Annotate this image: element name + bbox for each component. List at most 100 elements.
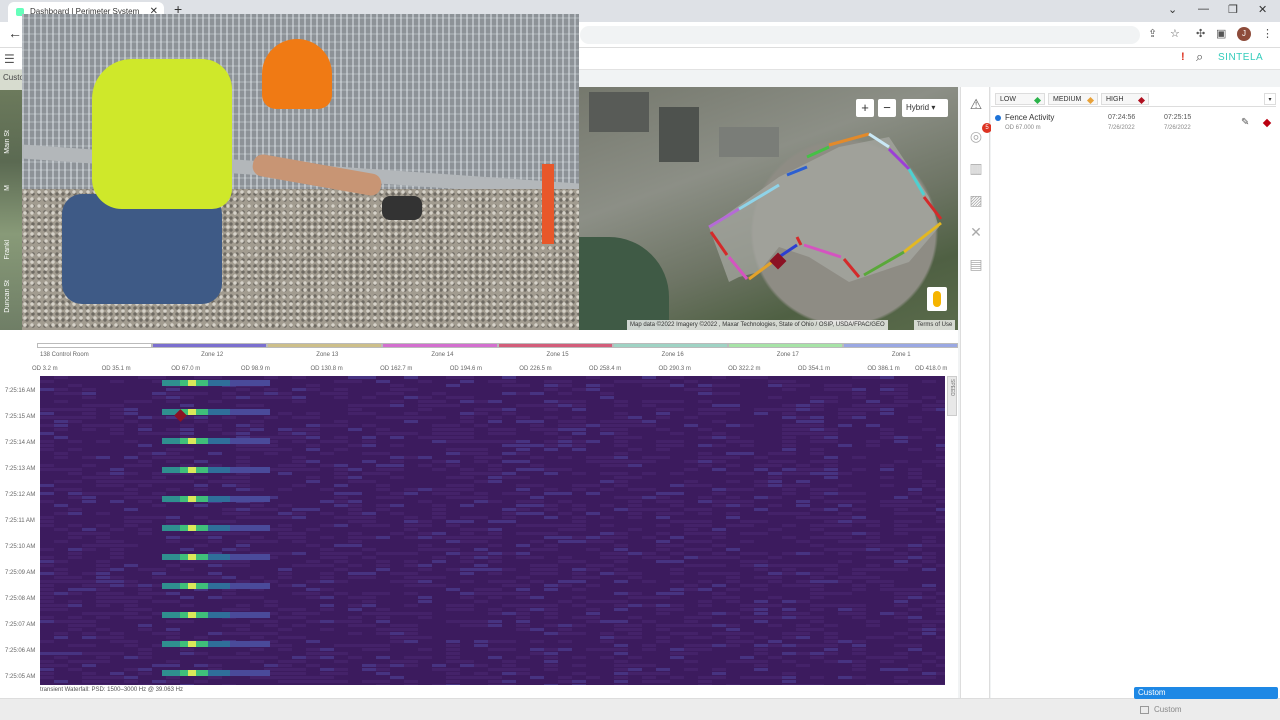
zone-segment[interactable]	[842, 343, 958, 348]
zone-segment[interactable]	[152, 343, 268, 348]
browser-menu-icon[interactable]: ⋮	[1262, 27, 1273, 40]
alarm-start-time: 07:24:56	[1108, 114, 1136, 121]
export-icon[interactable]: ▤	[967, 255, 985, 273]
severity-medium-filter[interactable]: MEDIUM	[1048, 93, 1098, 105]
back-arrow-icon[interactable]: ←	[8, 25, 22, 41]
distance-tick-label: OD 194.6 m	[449, 366, 483, 372]
vibration-stripe	[180, 438, 188, 444]
hamburger-menu-icon[interactable]: ☰	[4, 52, 15, 66]
vibration-stripe	[188, 583, 196, 589]
vibration-stripe	[208, 467, 230, 473]
speed-slider-label: SPEED	[949, 379, 955, 396]
alarm-panel: LOW MEDIUM HIGH ▾ Fence Activity OD 67.0…	[991, 87, 1280, 698]
distance-tick-label: OD 386.1 m	[867, 366, 900, 372]
distance-tick-label: OD 67.0 m	[171, 366, 201, 372]
waterfall-plot[interactable]	[40, 376, 945, 685]
zoom-out-button[interactable]: −	[878, 99, 896, 117]
zone-label: Zone 15	[546, 352, 569, 358]
vibration-stripe	[180, 496, 188, 502]
zone-segment[interactable]	[497, 343, 613, 348]
close-window-button[interactable]: ✕	[1258, 3, 1267, 16]
time-tick-label: 7:25:09 AM	[5, 570, 36, 576]
app-logo: SINTELA	[1218, 52, 1264, 63]
alarm-end-date: 7/26/2022	[1164, 125, 1191, 131]
vibration-stripe	[208, 583, 230, 589]
vibration-stripe	[180, 525, 188, 531]
speed-slider[interactable]: SPEED	[947, 376, 957, 416]
vibration-stripe	[188, 467, 196, 473]
vibration-stripe	[180, 380, 188, 386]
zone-segment[interactable]	[612, 343, 728, 348]
zone-segment[interactable]	[382, 343, 498, 348]
severity-filter-bar: LOW MEDIUM HIGH ▾	[991, 91, 1276, 107]
distance-tick-label: OD 3.2 m	[32, 366, 58, 372]
vibration-stripe	[188, 409, 196, 415]
vibration-stripe	[196, 438, 208, 444]
layout-select-highlighted[interactable]: Custom	[1134, 687, 1278, 699]
alarm-start-date: 7/26/2022	[1108, 125, 1135, 131]
zone-segment[interactable]	[267, 343, 383, 348]
worker-hard-hat	[262, 39, 332, 109]
severity-dropdown-icon[interactable]: ▾	[1264, 93, 1276, 105]
acknowledge-icon[interactable]: ✎	[1241, 117, 1249, 128]
share-icon[interactable]: ⇪	[1148, 27, 1157, 40]
map-type-select[interactable]: Hybrid ▾	[902, 99, 948, 117]
vibration-stripe	[162, 670, 180, 676]
vibration-stripe	[230, 554, 270, 560]
vibration-stripe	[162, 554, 180, 560]
zoom-in-button[interactable]: +	[856, 99, 874, 117]
vibration-stripe	[208, 612, 230, 618]
sidepanel-icon[interactable]: ▣	[1216, 27, 1226, 40]
address-bar[interactable]	[580, 26, 1140, 44]
vibration-stripe	[230, 438, 270, 444]
time-tick-label: 7:25:12 AM	[5, 492, 36, 498]
fence-clamp	[542, 164, 554, 244]
vibration-stripe	[196, 612, 208, 618]
satellite-map[interactable]: + − Hybrid ▾ Map data ©2022 Imagery ©202…	[579, 87, 958, 330]
map-type-label: Hybrid	[906, 103, 930, 112]
restore-button[interactable]: ❐	[1228, 3, 1238, 16]
minimap-tile: Main St M Frankl Duncan St	[0, 90, 24, 330]
vibration-stripe	[188, 438, 196, 444]
waterfall-icon[interactable]: ▥	[967, 159, 985, 177]
distance-tick-label: OD 130.8 m	[310, 366, 343, 372]
alarm-list-item[interactable]: Fence Activity OD 67.000 m 07:24:56 7/26…	[991, 113, 1280, 137]
vibration-stripe	[188, 496, 196, 502]
layout-option[interactable]: Custom	[1134, 703, 1278, 717]
tab-search-icon[interactable]: ⌄	[1168, 3, 1177, 16]
street-label: Frankl	[4, 240, 11, 260]
avatar[interactable]: J	[1237, 27, 1251, 41]
street-view-pegman-icon[interactable]	[927, 287, 947, 311]
distance-tick-label: OD 35.1 m	[101, 366, 131, 372]
zone-segment[interactable]	[727, 343, 843, 348]
vibration-stripe	[196, 641, 208, 647]
severity-medium-label: MEDIUM	[1053, 96, 1082, 103]
terms-of-use-link[interactable]: Terms of Use	[914, 320, 956, 330]
notification-alert-icon[interactable]: !	[1181, 51, 1185, 63]
zone-segment[interactable]	[37, 343, 153, 348]
street-label: Main St	[4, 130, 11, 154]
vibration-stripe	[230, 496, 270, 502]
severity-low-filter[interactable]: LOW	[995, 93, 1045, 105]
waterfall-caption: transient Waterfall: PSD: 1500–3000 Hz @…	[40, 687, 183, 693]
bookmark-star-icon[interactable]: ☆	[1170, 27, 1180, 40]
vibration-stripe	[230, 612, 270, 618]
vibration-stripe	[230, 525, 270, 531]
vibration-stripe	[188, 670, 196, 676]
alert-icon[interactable]: ⚠	[967, 95, 985, 113]
status-dot-icon	[995, 115, 1001, 121]
high-severity-diamond-icon	[1262, 118, 1272, 128]
mallet	[382, 196, 422, 220]
vibration-stripe	[196, 380, 208, 386]
fence-icon[interactable]: ▨	[967, 191, 985, 209]
minimize-button[interactable]: —	[1198, 3, 1209, 15]
vibration-stripe	[230, 380, 270, 386]
zone-label: Zone 12	[201, 352, 224, 358]
vibration-stripe	[230, 583, 270, 589]
severity-high-filter[interactable]: HIGH	[1101, 93, 1149, 105]
vibration-stripe	[162, 496, 180, 502]
camera-video-feed[interactable]	[22, 14, 579, 330]
search-icon[interactable]: ⌕	[1196, 49, 1203, 65]
tools-icon[interactable]: ✕	[967, 223, 985, 241]
extensions-icon[interactable]: ✣	[1196, 27, 1205, 40]
